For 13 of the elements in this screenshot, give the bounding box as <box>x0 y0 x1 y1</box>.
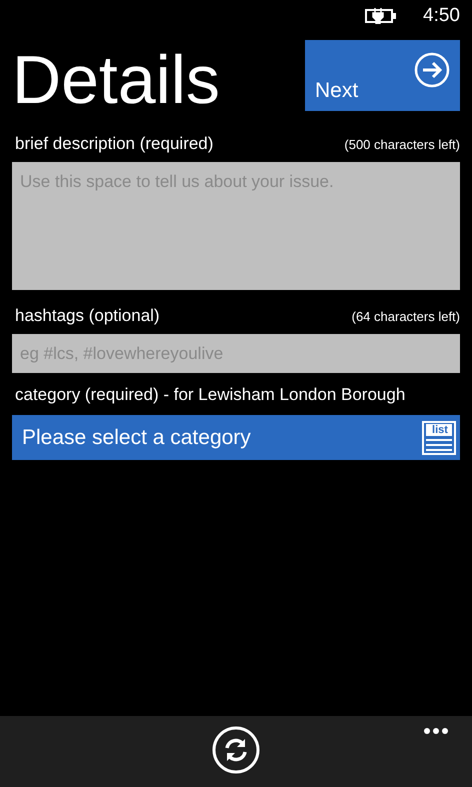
more-icon[interactable] <box>423 727 449 735</box>
field-label: category (required) - for Lewisham London Borough <box>14 384 406 405</box>
character-counter: (500 characters left) <box>344 137 460 152</box>
page-title: Details <box>12 41 220 120</box>
list-icon: list <box>422 420 456 454</box>
character-counter: (64 characters left) <box>352 309 460 324</box>
battery-charging-icon <box>365 8 398 24</box>
clock: 4:50 <box>423 5 460 27</box>
refresh-icon[interactable] <box>212 726 260 774</box>
field-label: hashtags (optional) <box>15 306 160 326</box>
category-picker[interactable]: Please select a category list <box>12 415 460 460</box>
next-button[interactable]: Next <box>305 40 460 111</box>
field-label: brief description (required) <box>15 134 214 154</box>
